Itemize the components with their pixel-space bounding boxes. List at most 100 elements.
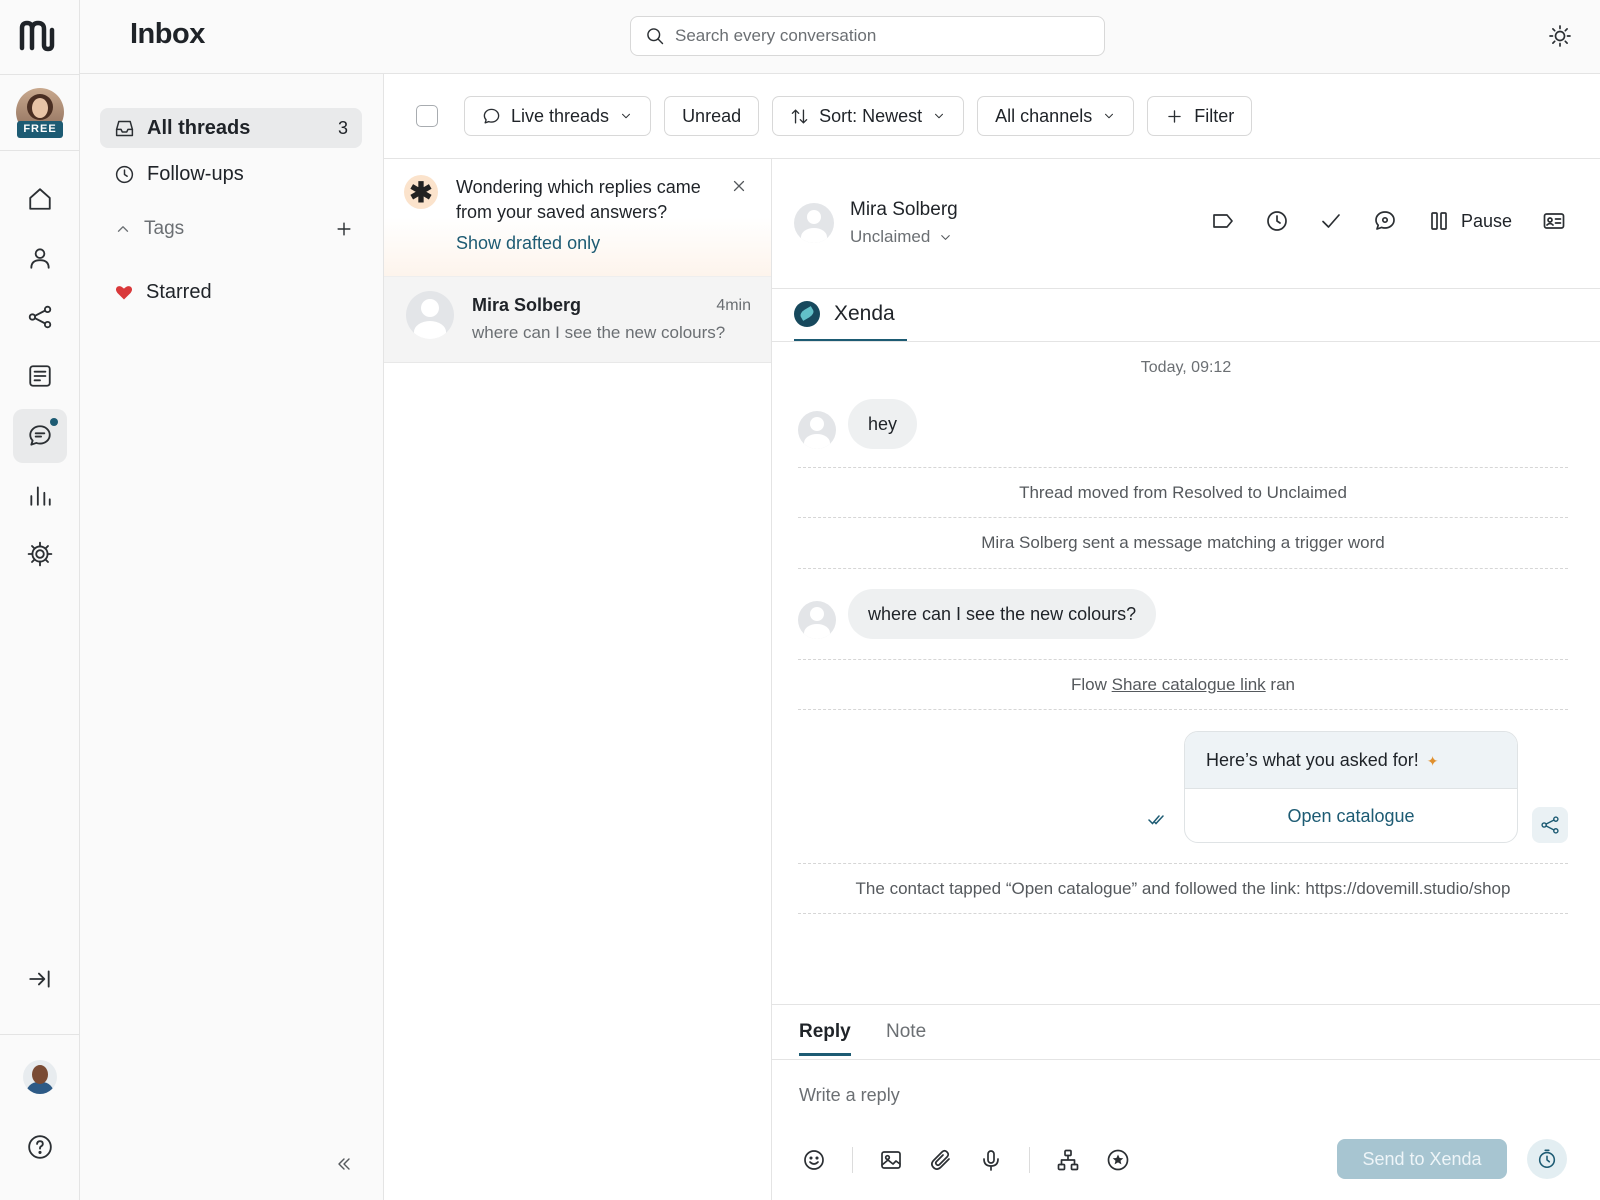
help-button[interactable]	[13, 1120, 67, 1174]
thread-list-item[interactable]: Mira Solberg 4min where can I see the ne…	[384, 277, 771, 363]
theme-toggle-button[interactable]	[1548, 24, 1572, 48]
nav-broadcasts[interactable]	[13, 349, 67, 403]
image-button[interactable]	[879, 1148, 903, 1172]
expand-rail-icon	[29, 970, 50, 988]
settings-icon	[27, 541, 53, 567]
chevron-down-icon	[941, 234, 951, 240]
tip-text: Wondering which replies came from your s…	[456, 177, 701, 222]
voice-button[interactable]	[979, 1148, 1003, 1172]
comment-button[interactable]	[1373, 209, 1397, 233]
incoming-message: where can I see the new colours?	[848, 589, 1157, 639]
live-threads-dropdown[interactable]: Live threads	[464, 96, 652, 136]
select-all-checkbox[interactable]	[416, 105, 438, 127]
folder-all-threads[interactable]: All threads 3	[100, 108, 362, 148]
send-button[interactable]: Send to Xenda	[1337, 1139, 1507, 1179]
dismiss-tip-button[interactable]	[730, 177, 748, 195]
home-icon	[29, 188, 51, 210]
broadcasts-icon	[29, 365, 51, 387]
unread-filter[interactable]: Unread	[664, 96, 760, 136]
contact-card-button[interactable]	[1542, 209, 1566, 233]
nav-home[interactable]	[13, 172, 67, 226]
search-box[interactable]	[630, 16, 1105, 56]
user-avatar[interactable]	[23, 1060, 57, 1094]
sort-dropdown[interactable]: Sort: Newest	[772, 96, 965, 136]
tags-section-header[interactable]: Tags	[114, 218, 354, 240]
nav-settings[interactable]	[13, 527, 67, 581]
assignment-dropdown[interactable]: Unclaimed	[850, 227, 953, 247]
notification-dot	[50, 418, 58, 426]
contact-avatar	[798, 601, 836, 639]
attach-button[interactable]	[929, 1148, 953, 1172]
bot-message-label: Here’s what you asked for!	[1206, 750, 1419, 770]
contacts-icon	[30, 248, 50, 269]
chevron-down-icon	[622, 113, 631, 119]
thread-preview: where can I see the new colours?	[472, 323, 726, 342]
contact-name[interactable]: Mira Solberg	[850, 199, 958, 221]
tab-reply[interactable]: Reply	[799, 1021, 851, 1056]
channel-logo-icon	[794, 301, 820, 327]
rail-divider	[0, 1034, 80, 1035]
tag-label: Starred	[146, 280, 212, 303]
emoji-button[interactable]	[802, 1148, 826, 1172]
nav-analytics[interactable]	[13, 468, 67, 522]
help-icon	[28, 1135, 52, 1159]
double-chevron-left-icon	[338, 1158, 350, 1170]
chevron-up-icon	[117, 226, 129, 232]
tab-note[interactable]: Note	[886, 1021, 926, 1043]
trigger-flow-button[interactable]	[1056, 1148, 1080, 1172]
expand-rail-button[interactable]	[13, 952, 67, 1006]
folder-sidebar: All threads 3 Follow-ups Tags Starred	[80, 74, 384, 1200]
collapse-sidebar-button[interactable]	[334, 1154, 354, 1174]
system-event: Thread moved from Resolved to Unclaimed	[798, 467, 1568, 518]
nav-flows[interactable]	[13, 290, 67, 344]
add-tag-icon[interactable]	[334, 219, 354, 239]
nav-inbox[interactable]	[13, 409, 67, 463]
search-icon	[647, 28, 664, 45]
flow-run-event: Flow Share catalogue link ran	[798, 659, 1568, 710]
flow-link[interactable]: Share catalogue link	[1112, 675, 1266, 694]
filter-button[interactable]: Filter	[1147, 96, 1253, 136]
thread-time: 4min	[716, 297, 751, 314]
open-catalogue-button[interactable]: Open catalogue	[1185, 789, 1517, 842]
image-icon	[881, 1151, 901, 1169]
channels-dropdown[interactable]: All channels	[977, 96, 1135, 136]
saved-replies-button[interactable]	[1106, 1148, 1130, 1172]
contact-avatar[interactable]	[794, 203, 834, 243]
toolbar-divider	[852, 1147, 853, 1173]
channels-label: All channels	[995, 105, 1093, 126]
chevron-down-icon	[1105, 113, 1114, 119]
app-logo[interactable]	[18, 18, 62, 54]
close-icon	[733, 180, 745, 192]
bot-message-text: Here’s what you asked for! ✦	[1185, 732, 1517, 789]
top-header: Inbox	[80, 0, 1600, 74]
pause-button[interactable]: Pause	[1427, 209, 1512, 233]
share-flow-button[interactable]	[1532, 807, 1568, 843]
nav-contacts[interactable]	[13, 231, 67, 285]
label-button[interactable]	[1211, 209, 1235, 233]
system-event: Mira Solberg sent a message matching a t…	[798, 518, 1568, 569]
channel-tab[interactable]: Xenda	[794, 289, 907, 342]
divider	[772, 1059, 1600, 1060]
sparkle-icon: ✦	[1426, 753, 1439, 769]
search-input[interactable]	[675, 26, 1075, 46]
chevron-down-icon	[935, 113, 944, 119]
clock-icon	[115, 165, 134, 183]
contact-avatar	[406, 291, 454, 339]
show-drafted-link[interactable]: Show drafted only	[456, 233, 600, 254]
reply-input[interactable]	[799, 1085, 1299, 1106]
contact-avatar	[798, 411, 836, 449]
schedule-send-button[interactable]	[1527, 1139, 1567, 1179]
composer-toolbar	[802, 1147, 1156, 1173]
tip-banner: ✱ Wondering which replies came from your…	[384, 159, 771, 277]
sort-arrows-icon	[791, 108, 808, 124]
folder-follow-ups[interactable]: Follow-ups	[100, 154, 362, 194]
rail-divider	[0, 150, 80, 151]
rail-divider	[0, 74, 80, 75]
resolve-button[interactable]	[1319, 209, 1343, 233]
conversation-header: Mira Solberg Unclaimed Pause	[772, 159, 1600, 289]
snooze-button[interactable]	[1265, 209, 1289, 233]
tag-starred[interactable]: Starred	[100, 272, 362, 312]
tags-label: Tags	[144, 218, 185, 239]
check-icon	[1322, 214, 1340, 228]
pause-label: Pause	[1460, 210, 1512, 231]
